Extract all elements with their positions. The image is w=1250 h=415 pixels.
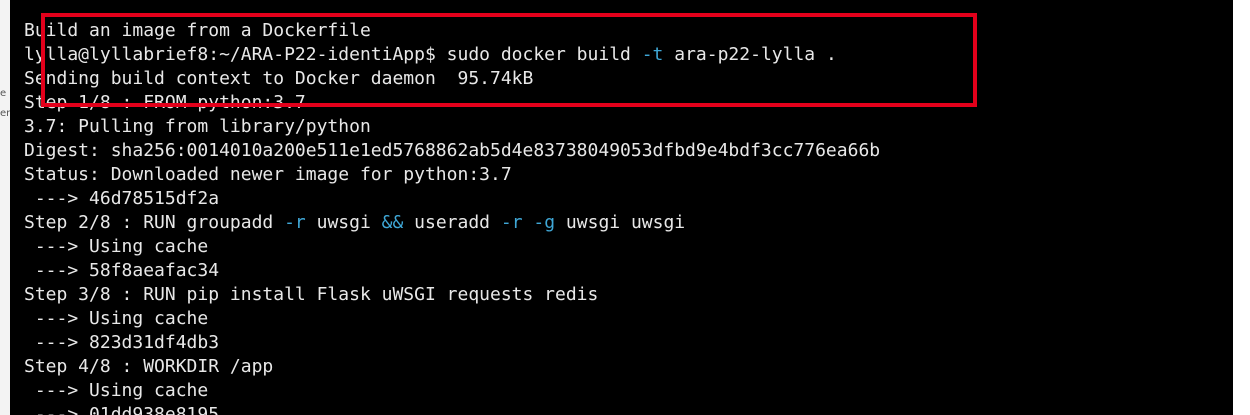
terminal-line: Digest: sha256:0014010a200e511e1ed576886…	[24, 139, 880, 163]
terminal-token: ---> Using cache	[24, 380, 209, 401]
background-text-fragment: er	[0, 108, 11, 119]
terminal-token: ---> 58f8aeafac34	[24, 260, 220, 281]
terminal-token: ---> 823d31df4db3	[24, 332, 220, 353]
terminal-token: useradd	[403, 212, 501, 233]
terminal-line: ---> 46d78515df2a	[24, 187, 880, 211]
terminal-line: ---> 01dd938e8195	[24, 403, 880, 415]
terminal-token-op: &&	[381, 212, 404, 233]
terminal-line: ---> Using cache	[24, 235, 880, 259]
terminal-line: ---> 58f8aeafac34	[24, 259, 880, 283]
terminal-token: ara-p22-lylla .	[663, 44, 837, 65]
terminal-token: Step 1/8 : FROM python:3.7	[24, 92, 306, 113]
terminal-line: Step 3/8 : RUN pip install Flask uWSGI r…	[24, 283, 880, 307]
terminal-line: Step 1/8 : FROM python:3.7	[24, 91, 880, 115]
terminal-token: Sending build context to Docker daemon 9…	[24, 68, 534, 89]
terminal-token: ---> Using cache	[24, 236, 209, 257]
terminal-window[interactable]: Build an image from a Dockerfile lylla@ly…	[10, 0, 1233, 415]
terminal-token: ---> 01dd938e8195	[24, 404, 220, 415]
terminal-line: Sending build context to Docker daemon 9…	[24, 67, 880, 91]
terminal-token-flag: -g	[533, 212, 556, 233]
terminal-token: ---> 46d78515df2a	[24, 188, 220, 209]
background-text-fragment: e	[0, 88, 7, 99]
terminal-line: 3.7: Pulling from library/python	[24, 115, 880, 139]
terminal-line: Status: Downloaded newer image for pytho…	[24, 163, 880, 187]
terminal-token-flag: -r	[284, 212, 306, 233]
right-gutter	[1233, 0, 1250, 415]
terminal-token: Build an image from a Dockerfile	[24, 20, 371, 41]
terminal-line: lylla@lyllabrief8:~/ARA-P22-identiApp$ s…	[24, 43, 880, 67]
terminal-line: ---> Using cache	[24, 379, 880, 403]
terminal-line: ---> 823d31df4db3	[24, 331, 880, 355]
terminal-output: Build an image from a Dockerfile lylla@ly…	[24, 19, 880, 415]
terminal-token: Step 2/8 : RUN groupadd	[24, 212, 285, 233]
terminal-token: Step 4/8 : WORKDIR /app	[24, 356, 274, 377]
terminal-token: lylla@lyllabrief8:~/ARA-P22-identiApp$ s…	[24, 44, 642, 65]
terminal-token: uwsgi	[305, 212, 382, 233]
terminal-line: Build an image from a Dockerfile	[24, 19, 880, 43]
terminal-token: ---> Using cache	[24, 308, 209, 329]
terminal-token-flag: -t	[641, 44, 664, 65]
terminal-token: Digest: sha256:0014010a200e511e1ed576886…	[24, 140, 881, 161]
terminal-token: 3.7: Pulling from library/python	[24, 116, 371, 137]
terminal-token: Step 3/8 : RUN pip install Flask uWSGI r…	[24, 284, 599, 305]
terminal-line: ---> Using cache	[24, 307, 880, 331]
terminal-line: Step 2/8 : RUN groupadd -r uwsgi && user…	[24, 211, 880, 235]
terminal-token-flag: -r	[500, 212, 523, 233]
terminal-token: uwsgi uwsgi	[555, 212, 686, 233]
terminal-line: Step 4/8 : WORKDIR /app	[24, 355, 880, 379]
terminal-token: Status: Downloaded newer image for pytho…	[24, 164, 512, 185]
